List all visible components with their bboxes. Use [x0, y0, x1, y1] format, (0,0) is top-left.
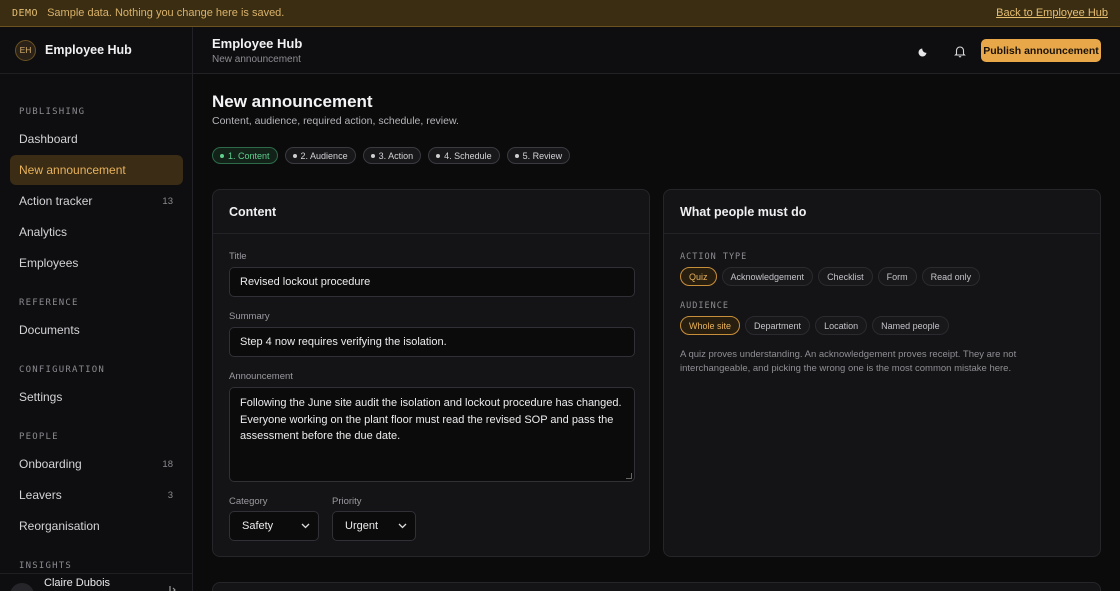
- header-title: Employee Hub: [212, 36, 303, 51]
- brand[interactable]: EH Employee Hub: [0, 27, 192, 74]
- sidebar-item-label: Employees: [19, 256, 79, 270]
- action-type-quiz[interactable]: Quiz: [680, 267, 717, 286]
- audience-label: AUDIENCE: [680, 301, 729, 311]
- audience-department[interactable]: Department: [745, 316, 811, 335]
- demo-banner: DEMO Sample data. Nothing you change her…: [0, 0, 1120, 27]
- summary-field[interactable]: Step 4 now requires verifying the isolat…: [229, 327, 635, 357]
- step-dot-icon: [514, 153, 519, 158]
- chevron-down-icon: [301, 520, 310, 532]
- audience-options: Whole site Department Location Named peo…: [680, 316, 949, 335]
- top-header: Employee Hub New announcement Publish an…: [193, 27, 1120, 74]
- action-type-read-only[interactable]: Read only: [921, 267, 981, 286]
- back-to-hub-link[interactable]: Back to Employee Hub: [996, 7, 1108, 19]
- category-value: Safety: [242, 520, 274, 532]
- category-select[interactable]: Safety: [229, 511, 319, 541]
- content-card: Content Title Revised lockout procedure …: [212, 189, 650, 557]
- announcement-label: Announcement: [229, 371, 293, 382]
- section-label-publishing: PUBLISHING: [19, 107, 86, 117]
- action-card: What people must do ACTION TYPE Quiz Ack…: [663, 189, 1101, 557]
- next-card: [212, 582, 1101, 591]
- sidebar-item-label: Dashboard: [19, 132, 78, 146]
- moon-icon[interactable]: [913, 40, 935, 62]
- section-label-configuration: CONFIGURATION: [19, 365, 106, 375]
- content-card-heading: Content: [213, 190, 649, 234]
- sidebar-item-label: Settings: [19, 390, 63, 404]
- title-field[interactable]: Revised lockout procedure: [229, 267, 635, 297]
- demo-tag: DEMO: [12, 7, 39, 19]
- action-card-heading: What people must do: [664, 190, 1100, 234]
- category-label: Category: [229, 496, 268, 507]
- step-action[interactable]: 3. Action: [362, 147, 422, 164]
- sidebar-item-label: Reorganisation: [19, 519, 100, 533]
- publish-announcement-button[interactable]: Publish announcement: [981, 39, 1101, 62]
- step-dot-icon: [370, 153, 375, 158]
- action-hint-text: A quiz proves understanding. An acknowle…: [680, 349, 1017, 374]
- step-label: 3. Action: [378, 150, 414, 161]
- action-type-acknowledgement[interactable]: Acknowledgement: [721, 267, 814, 286]
- sidebar-item-employees[interactable]: Employees: [10, 248, 183, 278]
- audience-named-people[interactable]: Named people: [872, 316, 949, 335]
- sidebar-item-dashboard[interactable]: Dashboard: [10, 124, 183, 154]
- step-schedule[interactable]: 4. Schedule: [428, 147, 500, 164]
- step-label: 2. Audience: [300, 150, 348, 161]
- sidebar-item-reorganisation[interactable]: Reorganisation: [10, 511, 183, 541]
- step-label: 5. Review: [522, 150, 563, 161]
- sidebar-item-onboarding[interactable]: Onboarding 18: [10, 449, 183, 479]
- sidebar-item-documents[interactable]: Documents: [10, 315, 183, 345]
- section-label-insights: INSIGHTS: [19, 561, 72, 571]
- sidebar-item-label: Analytics: [19, 225, 68, 239]
- step-label: 4. Schedule: [444, 150, 492, 161]
- sidebar-item-label: Documents: [19, 323, 80, 337]
- priority-value: Urgent: [345, 520, 379, 532]
- sidebar-item-settings[interactable]: Settings: [10, 382, 183, 412]
- sidebar-item-label: New announcement: [19, 163, 126, 177]
- brand-logo: EH: [15, 39, 36, 61]
- breadcrumb: New announcement: [212, 54, 301, 65]
- audience-whole-site[interactable]: Whole site: [680, 316, 741, 335]
- step-review[interactable]: 5. Review: [506, 147, 571, 164]
- avatar: CD: [10, 583, 34, 591]
- user-profile[interactable]: CD Claire Dubois: [0, 573, 192, 591]
- step-dot-icon: [292, 153, 297, 158]
- step-audience[interactable]: 2. Audience: [284, 147, 356, 164]
- demo-message: Sample data. Nothing you change here is …: [47, 7, 285, 19]
- announcement-text: Following the June site audit the isolat…: [240, 397, 622, 442]
- action-type-checklist[interactable]: Checklist: [818, 267, 873, 286]
- priority-select[interactable]: Urgent: [332, 511, 416, 541]
- sidebar-item-action-tracker[interactable]: Action tracker 13: [10, 186, 183, 216]
- announcement-field[interactable]: Following the June site audit the isolat…: [229, 387, 635, 482]
- sidebar-item-count: 13: [162, 195, 173, 207]
- chevron-down-icon: [398, 520, 407, 532]
- sidebar-item-count: 18: [162, 458, 173, 470]
- sidebar-item-new-announcement[interactable]: New announcement: [10, 155, 183, 185]
- sidebar-item-label: Onboarding: [19, 457, 82, 471]
- brand-name: Employee Hub: [45, 43, 132, 57]
- section-label-people: PEOPLE: [19, 432, 59, 442]
- user-menu-icon[interactable]: [167, 585, 177, 591]
- step-dot-icon: [220, 153, 224, 158]
- sidebar: EH Employee Hub PUBLISHING Dashboard New…: [0, 27, 193, 591]
- bell-icon[interactable]: [949, 40, 971, 62]
- action-type-label: ACTION TYPE: [680, 252, 748, 262]
- sidebar-item-leavers[interactable]: Leavers 3: [10, 480, 183, 510]
- priority-label: Priority: [332, 496, 362, 507]
- title-label: Title: [229, 251, 247, 262]
- user-name: Claire Dubois: [44, 577, 111, 589]
- audience-location[interactable]: Location: [815, 316, 868, 335]
- section-label-reference: REFERENCE: [19, 298, 79, 308]
- step-tabs: 1. Content 2. Audience 3. Action 4. Sche…: [212, 147, 571, 164]
- step-content[interactable]: 1. Content: [212, 147, 278, 164]
- step-label: 1. Content: [228, 150, 270, 161]
- sidebar-item-analytics[interactable]: Analytics: [10, 217, 183, 247]
- page-subtitle: Content, audience, required action, sche…: [212, 115, 459, 127]
- sidebar-item-label: Leavers: [19, 488, 62, 502]
- resize-handle-icon[interactable]: [626, 473, 632, 479]
- step-dot-icon: [436, 153, 441, 158]
- action-type-options: Quiz Acknowledgement Checklist Form Read…: [680, 267, 981, 286]
- sidebar-item-label: Action tracker: [19, 194, 93, 208]
- summary-label: Summary: [229, 311, 270, 322]
- action-type-form[interactable]: Form: [877, 267, 917, 286]
- page-title: New announcement: [212, 92, 373, 111]
- sidebar-item-count: 3: [167, 489, 173, 501]
